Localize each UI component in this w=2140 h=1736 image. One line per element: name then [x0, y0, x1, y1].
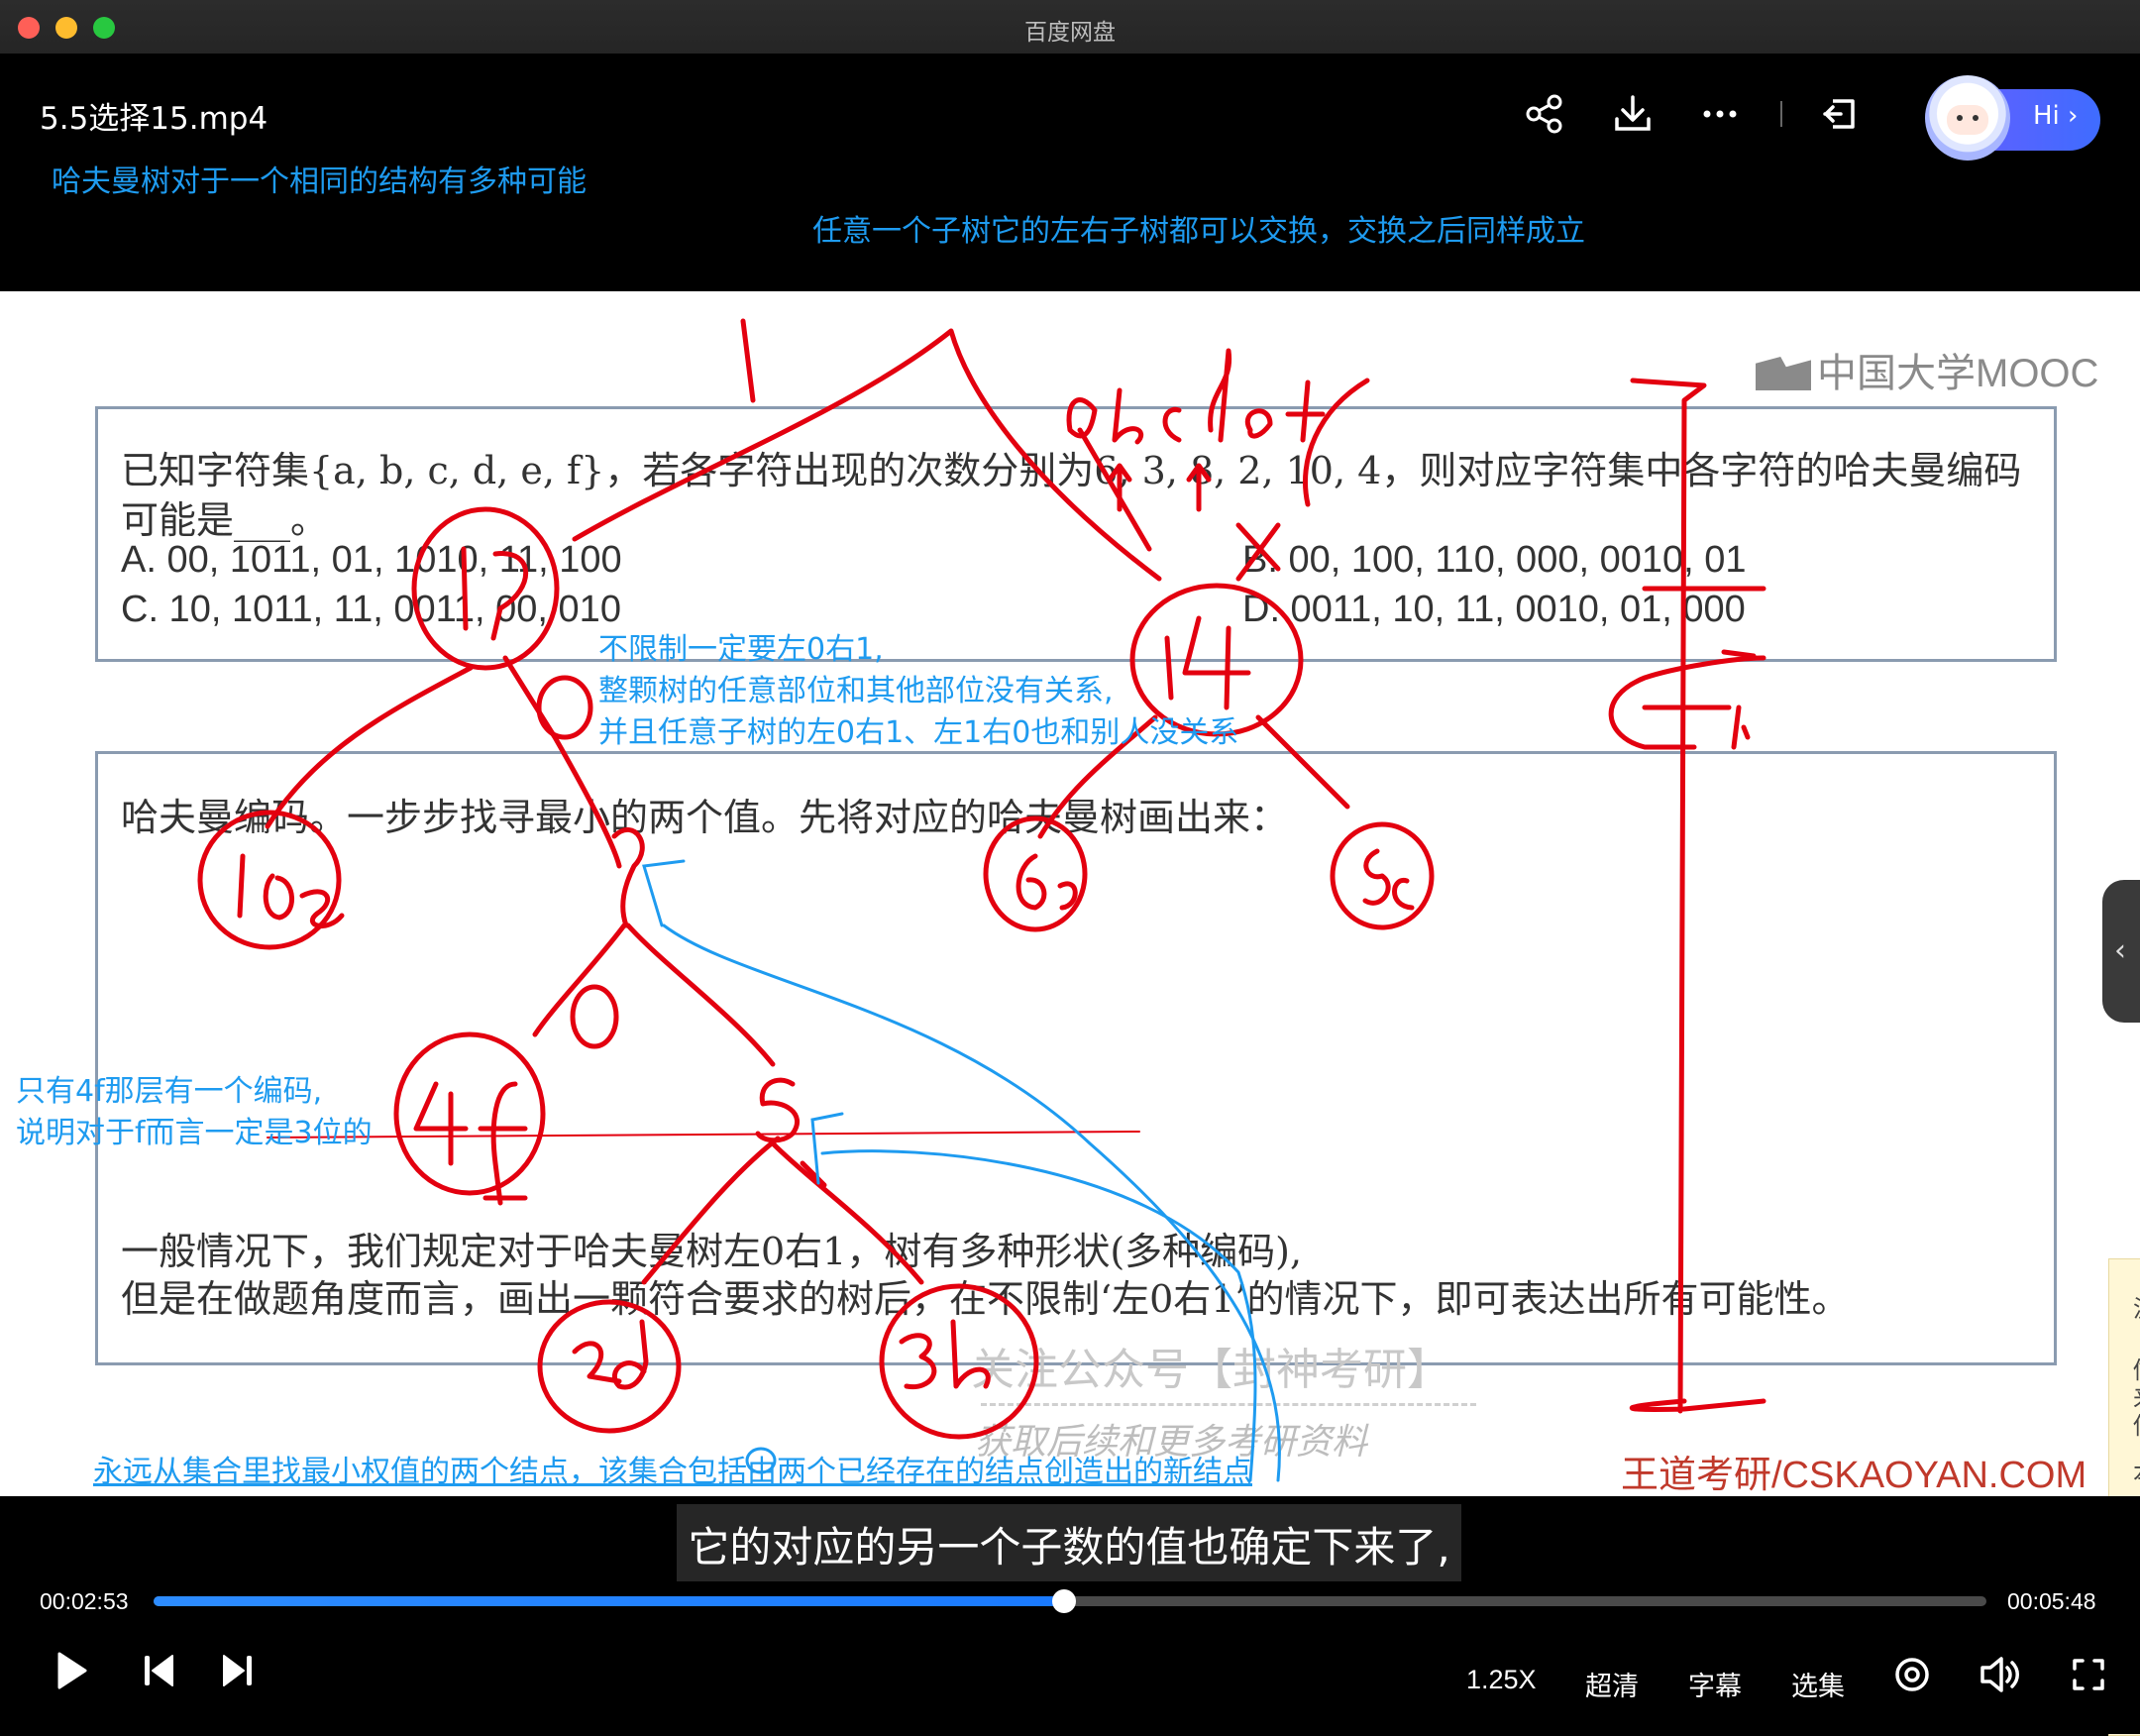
side-panel-toggle[interactable]: ‹: [2102, 880, 2140, 1023]
current-time: 00:02:53: [40, 1588, 129, 1614]
settings-icon[interactable]: [1892, 1655, 1932, 1694]
previous-icon[interactable]: [139, 1648, 178, 1693]
chevron-left-icon: ‹: [2114, 933, 2126, 968]
share-icon[interactable]: [1522, 91, 1567, 137]
progress-fill: [154, 1596, 1065, 1606]
window-title: 百度网盘: [1024, 20, 1116, 46]
player-top-bar: 5.5选择15.mp4 Hi › 哈夫曼树对于一个相同的结构有多种可能 任意一个…: [0, 54, 2140, 291]
episodes-button[interactable]: 选集: [1791, 1665, 1845, 1703]
subtitle-text: 它的对应的另一个子数的值也确定下来了,: [688, 1523, 1450, 1572]
assistant-avatar[interactable]: [1925, 75, 2010, 161]
annotation-middle-1: 不限制一定要左0右1,: [598, 632, 884, 667]
playback-speed-button[interactable]: 1.25X: [1466, 1665, 1537, 1695]
annotation-middle-3: 并且任意子树的左0右1、左1右0也和别人没关系: [598, 715, 1239, 750]
download-icon[interactable]: [1610, 91, 1656, 137]
quality-button[interactable]: 超清: [1585, 1665, 1639, 1703]
window-titlebar: 百度网盘: [0, 0, 2140, 54]
annotation-top-left: 哈夫曼树对于一个相同的结构有多种可能: [52, 164, 587, 199]
annotation-left-2: 说明对于f而言一定是3位的: [16, 1116, 373, 1150]
annotation-bottom: 永远从集合里找最小权值的两个结点，该集合包括由两个已经存在的结点创造出的新结点: [93, 1455, 1252, 1489]
annotation-middle-2: 整颗树的任意部位和其他部位没有关系,: [598, 674, 1114, 708]
video-frame[interactable]: 中国大学MOOC 已知字符集{a, b, c, d, e, f}，若各字符出现的…: [0, 291, 2140, 1496]
toolbar-divider: [1780, 101, 1782, 127]
annotation-arrows: [642, 859, 1281, 1482]
subtitles-button[interactable]: 字幕: [1688, 1665, 1742, 1703]
exit-fullscreen-icon[interactable]: [1819, 91, 1865, 137]
progress-thumb[interactable]: [1052, 1589, 1077, 1613]
volume-icon[interactable]: [1978, 1653, 2023, 1696]
video-file-title: 5.5选择15.mp4: [40, 101, 268, 137]
total-time: 00:05:48: [2007, 1588, 2096, 1614]
next-icon[interactable]: [218, 1648, 258, 1693]
annotation-left-1: 只有4f那层有一个编码,: [16, 1074, 323, 1109]
ai-assistant-label[interactable]: Hi ›: [2033, 101, 2078, 131]
progress-bar[interactable]: [154, 1589, 1986, 1613]
player-controls: 它的对应的另一个子数的值也确定下来了, 00:02:53 00:05:48 1.…: [0, 1496, 2140, 1734]
annotation-top-center: 任意一个子树它的左右子树都可以交换，交换之后同样成立: [812, 214, 1585, 249]
play-icon[interactable]: [52, 1648, 91, 1693]
more-options-icon[interactable]: [1697, 91, 1743, 137]
fullscreen-icon[interactable]: [2069, 1655, 2108, 1694]
subtitle-box: 它的对应的另一个子数的值也确定下来了,: [677, 1504, 1461, 1581]
